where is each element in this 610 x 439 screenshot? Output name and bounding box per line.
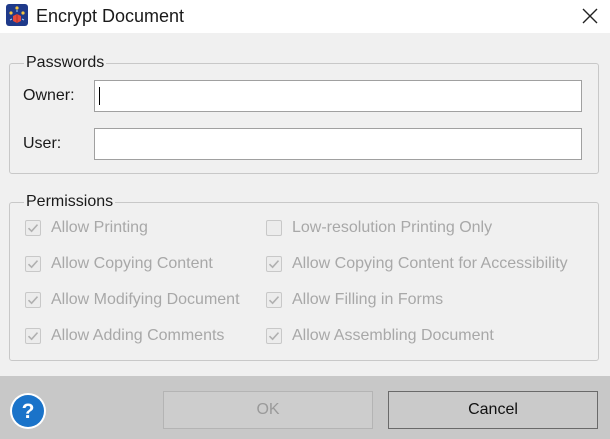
- allow-copying-content-checkbox[interactable]: Allow Copying Content: [25, 253, 213, 275]
- dialog-footer: ? OK Cancel: [0, 376, 610, 439]
- allow-copying-content-label: Allow Copying Content: [51, 255, 213, 272]
- checkbox-box: [266, 292, 282, 308]
- allow-copying-accessibility-label: Allow Copying Content for Accessibility: [292, 255, 568, 272]
- checkbox-box: [25, 256, 41, 272]
- allow-filling-forms-label: Allow Filling in Forms: [292, 291, 444, 308]
- allow-assembling-document-checkbox[interactable]: Allow Assembling Document: [266, 325, 494, 347]
- allow-filling-forms-checkbox[interactable]: Allow Filling in Forms: [266, 289, 443, 311]
- allow-adding-comments-checkbox[interactable]: Allow Adding Comments: [25, 325, 224, 347]
- window-title: Encrypt Document: [36, 6, 185, 26]
- allow-printing-label: Allow Printing: [51, 219, 148, 236]
- title-bar: Encrypt Document: [0, 0, 610, 33]
- checkbox-box: [25, 220, 41, 236]
- checkbox-box: [266, 328, 282, 344]
- cancel-button[interactable]: Cancel: [388, 391, 598, 429]
- passwords-legend: Passwords: [26, 54, 105, 71]
- app-icon: [6, 4, 28, 26]
- owner-password-field[interactable]: [94, 80, 582, 112]
- owner-label: Owner:: [23, 87, 75, 104]
- low-resolution-printing-label: Low-resolution Printing Only: [292, 219, 493, 236]
- allow-printing-checkbox[interactable]: Allow Printing: [25, 217, 148, 239]
- user-label: User:: [23, 135, 62, 152]
- checkbox-box: [266, 256, 282, 272]
- low-resolution-printing-checkbox[interactable]: Low-resolution Printing Only: [266, 217, 492, 239]
- permissions-legend: Permissions: [26, 193, 114, 210]
- help-icon: ?: [10, 393, 46, 429]
- allow-modifying-document-checkbox[interactable]: Allow Modifying Document: [25, 289, 240, 311]
- checkbox-box: [25, 328, 41, 344]
- user-password-field[interactable]: [94, 128, 582, 160]
- close-button[interactable]: [570, 0, 610, 32]
- help-button[interactable]: ?: [9, 392, 47, 430]
- allow-copying-accessibility-checkbox[interactable]: Allow Copying Content for Accessibility: [266, 253, 568, 275]
- svg-text:?: ?: [22, 400, 35, 423]
- ok-button[interactable]: OK: [163, 391, 373, 429]
- text-caret: [99, 87, 100, 105]
- checkbox-box: [25, 292, 41, 308]
- checkbox-box: [266, 220, 282, 236]
- allow-adding-comments-label: Allow Adding Comments: [51, 327, 225, 344]
- close-icon: [582, 8, 598, 24]
- allow-modifying-document-label: Allow Modifying Document: [51, 291, 240, 308]
- allow-assembling-document-label: Allow Assembling Document: [292, 327, 494, 344]
